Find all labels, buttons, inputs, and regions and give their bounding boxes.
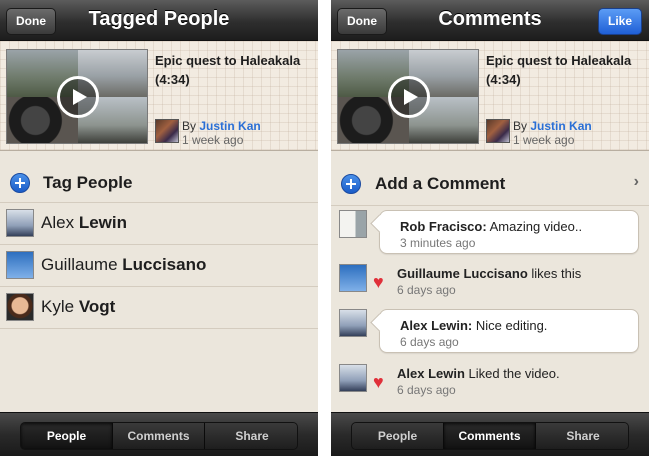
author-line: By Justin Kan (182, 119, 261, 133)
like-text: Alex Lewin Liked the video. (397, 366, 560, 381)
list-item-person[interactable]: Alex Lewin (0, 203, 318, 245)
avatar (339, 264, 367, 292)
avatar (339, 309, 367, 337)
play-icon[interactable] (57, 76, 99, 118)
chevron-right-icon: › (633, 173, 639, 190)
list-item-person[interactable]: Kyle Vogt (0, 287, 318, 329)
video-title: Epic quest to Haleakala (4:34) (486, 53, 632, 87)
nav-bar: Done Comments Like (331, 0, 649, 41)
play-icon[interactable] (388, 76, 430, 118)
avatar (6, 293, 34, 321)
plus-circle-icon (10, 173, 30, 193)
plus-circle-icon (341, 174, 361, 194)
video-time: 1 week ago (513, 133, 575, 147)
person-name: Alex Lewin (41, 213, 127, 233)
last-name: Lewin (78, 213, 127, 232)
author-line: By Justin Kan (513, 119, 592, 133)
like-body: likes this (531, 266, 582, 281)
comment-text: Rob Fracisco: Amazing video.. (400, 219, 582, 234)
by-label: By (182, 119, 197, 133)
last-name: Luccisano (122, 255, 207, 274)
add-comment-row[interactable]: Add a Comment › (331, 162, 649, 206)
video-card: Epic quest to Haleakala (4:34) By Justin… (331, 41, 649, 151)
video-thumbnail[interactable] (337, 49, 479, 144)
heart-icon: ♥ (373, 272, 384, 292)
nav-bar: Done Tagged People (0, 0, 318, 41)
comment-time: 3 minutes ago (400, 236, 476, 250)
page-title: Tagged People (88, 8, 230, 30)
video-time: 1 week ago (182, 133, 244, 147)
segmented-control: People Comments Share (351, 422, 629, 450)
last-name: Vogt (78, 297, 116, 316)
commenter-name: Alex Lewin: (400, 318, 473, 333)
first-name: Kyle (41, 297, 75, 316)
comment-text: Alex Lewin: Nice editing. (400, 318, 547, 333)
author-avatar (155, 119, 179, 143)
segmented-control: People Comments Share (20, 422, 298, 450)
liker-name: Alex Lewin (397, 366, 465, 381)
by-label: By (513, 119, 528, 133)
comment-time: 6 days ago (400, 335, 459, 349)
list-item-person[interactable]: Guillaume Luccisano (0, 245, 318, 287)
author-link[interactable]: Justin Kan (199, 119, 260, 133)
avatar (6, 209, 34, 237)
comment-body: Nice editing. (475, 318, 548, 333)
heart-icon: ♥ (373, 372, 384, 392)
person-name: Kyle Vogt (41, 297, 115, 317)
avatar (339, 210, 367, 238)
tag-people-row[interactable]: Tag People (0, 162, 318, 203)
comment-bubble: Rob Fracisco: Amazing video.. 3 minutes … (379, 210, 639, 254)
avatar (339, 364, 367, 392)
comments-screen: Done Comments Like Epic quest to Haleaka… (331, 0, 649, 456)
liker-name: Guillaume Luccisano (397, 266, 528, 281)
first-name: Alex (41, 213, 75, 232)
like-body: Liked the video. (468, 366, 560, 381)
like-button[interactable]: Like (597, 8, 642, 35)
tab-people[interactable]: People (21, 423, 113, 449)
tab-share[interactable]: Share (536, 423, 628, 449)
avatar (6, 251, 34, 279)
author-link[interactable]: Justin Kan (530, 119, 591, 133)
tab-bar: People Comments Share (331, 412, 649, 456)
tag-people-label: Tag People (43, 173, 133, 192)
commenter-name: Rob Fracisco: (400, 219, 487, 234)
tab-bar: People Comments Share (0, 412, 318, 456)
like-time: 6 days ago (397, 283, 456, 297)
tab-comments[interactable]: Comments (444, 423, 536, 449)
comment-body: Amazing video.. (489, 219, 583, 234)
author-avatar (486, 119, 510, 143)
person-name: Guillaume Luccisano (41, 255, 206, 275)
tab-people[interactable]: People (352, 423, 444, 449)
video-thumbnail[interactable] (6, 49, 148, 144)
video-card: Epic quest to Haleakala (4:34) By Justin… (0, 41, 318, 151)
add-comment-label: Add a Comment (375, 174, 506, 193)
first-name: Guillaume (41, 255, 118, 274)
tab-share[interactable]: Share (205, 423, 297, 449)
tagged-people-screen: Done Tagged People Epic quest to Haleaka… (0, 0, 318, 456)
like-text: Guillaume Luccisano likes this (397, 266, 581, 281)
tab-comments[interactable]: Comments (113, 423, 205, 449)
comment-bubble: Alex Lewin: Nice editing. 6 days ago (379, 309, 639, 353)
video-title: Epic quest to Haleakala (4:34) (155, 53, 301, 87)
like-time: 6 days ago (397, 383, 456, 397)
